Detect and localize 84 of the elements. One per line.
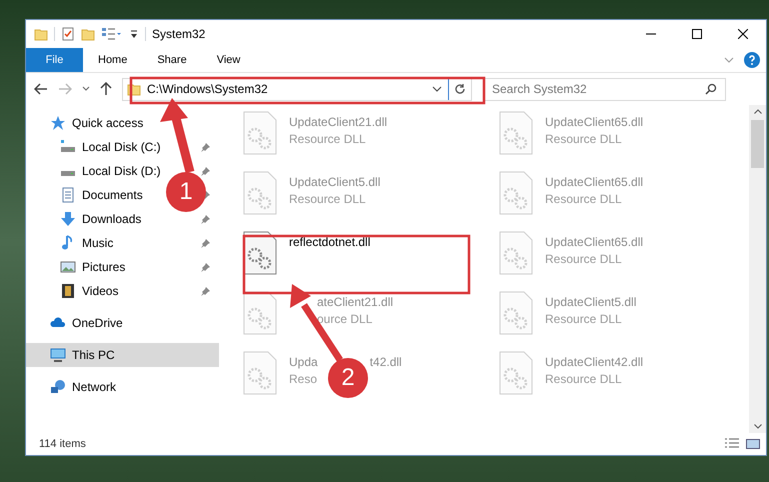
file-name: UpdateClient65.dll [545,114,644,130]
file-name: UpdateClient21.dll [289,114,388,130]
gear-file-icon [243,171,277,215]
refresh-icon[interactable] [454,83,466,95]
file-name: t42.dll [370,354,402,370]
nav-item[interactable]: Local Disk (C:) [82,138,161,156]
search-field[interactable]: Search System32 [483,78,726,100]
file-type: Resource DLL [289,131,366,147]
file-name: UpdateClient65.dll [545,234,644,250]
chevron-down-icon[interactable] [82,86,90,92]
ribbon-tab[interactable]: View [202,48,256,72]
drive-icon [60,139,76,155]
gear-file-icon [243,291,277,335]
file-name: UpdateClient5.dll [545,294,636,310]
pin-icon[interactable] [201,286,211,296]
file-type: Resource DLL [545,371,622,387]
nav-item[interactable]: Local Disk (D:) [82,162,161,180]
ribbon-tab[interactable]: Share [142,48,202,72]
file-name: UpdateClient42.dll [545,354,644,370]
maximize-icon [692,29,702,39]
scrollbar[interactable] [749,105,766,433]
item-count: 114 items [39,436,86,452]
large-icons-view-icon[interactable] [746,438,760,450]
address-field[interactable]: C:\Windows\System32 [122,78,472,100]
gear-file-icon [499,231,533,275]
file-name: ateClient21.dll [317,294,394,310]
drive-icon [60,171,76,177]
file-type: Resource DLL [545,251,622,267]
scroll-down-icon[interactable] [754,424,762,429]
close-icon [738,29,748,39]
gear-file-icon [243,351,277,395]
dropdown-icon[interactable] [129,28,139,40]
address-path: C:\Windows\System32 [147,81,268,98]
file-type: Resource DLL [545,131,622,147]
gear-file-icon [499,171,533,215]
gear-file-icon [499,111,533,155]
scroll-up-icon[interactable] [754,109,762,114]
gear-file-icon [243,111,277,155]
nav-item[interactable]: This PC [72,346,115,364]
nav-item[interactable]: Music [82,234,114,252]
star-icon [50,115,66,131]
gear-file-icon [499,291,533,335]
nav-item[interactable]: OneDrive [72,314,123,332]
scroll-thumb[interactable] [751,120,764,168]
gear-file-icon [499,351,533,395]
nav-item[interactable]: Documents [82,186,143,204]
file-name: Upda [289,354,318,370]
file-name: UpdateClient5.dll [289,174,380,190]
file-type: Reso [289,371,318,387]
file-menu-button[interactable]: File [26,48,83,72]
file-name: UpdateClient65.dll [545,174,644,190]
pin-icon[interactable] [201,214,211,224]
chevron-down-icon[interactable] [432,86,442,92]
search-icon [705,83,717,95]
file-name: reflectdotnet.dll [289,234,370,250]
back-arrow-icon[interactable] [34,83,48,95]
file-type: ource DLL [317,311,372,327]
pin-icon[interactable] [201,166,211,176]
down-arrow-icon [60,211,76,227]
file-type: Resource DLL [545,191,622,207]
nav-item[interactable]: Downloads [82,210,142,228]
view-list-icon[interactable] [101,27,123,41]
nav-item[interactable]: Quick access [72,114,144,132]
help-icon[interactable] [744,52,760,68]
ribbon-tab[interactable]: Home [83,48,142,72]
minimize-icon [646,33,656,35]
file-type: Resource DLL [289,191,366,207]
pin-icon[interactable] [201,238,211,248]
file-type: Resource DLL [545,311,622,327]
film-icon [60,283,76,299]
up-arrow-icon[interactable] [100,82,112,96]
window-title: System32 [152,26,206,43]
details-view-icon[interactable] [724,438,740,450]
monitor-icon [50,347,66,363]
pin-icon[interactable] [201,142,211,152]
pin-icon[interactable] [201,262,211,272]
globe-icon [50,379,66,395]
document-icon [60,187,76,203]
properties-icon[interactable] [61,27,75,41]
nav-item[interactable]: Network [72,378,116,396]
picture-icon [60,259,76,275]
nav-item[interactable]: Videos [82,282,118,300]
nav-item[interactable]: Pictures [82,258,126,276]
search-placeholder: Search System32 [492,81,587,98]
